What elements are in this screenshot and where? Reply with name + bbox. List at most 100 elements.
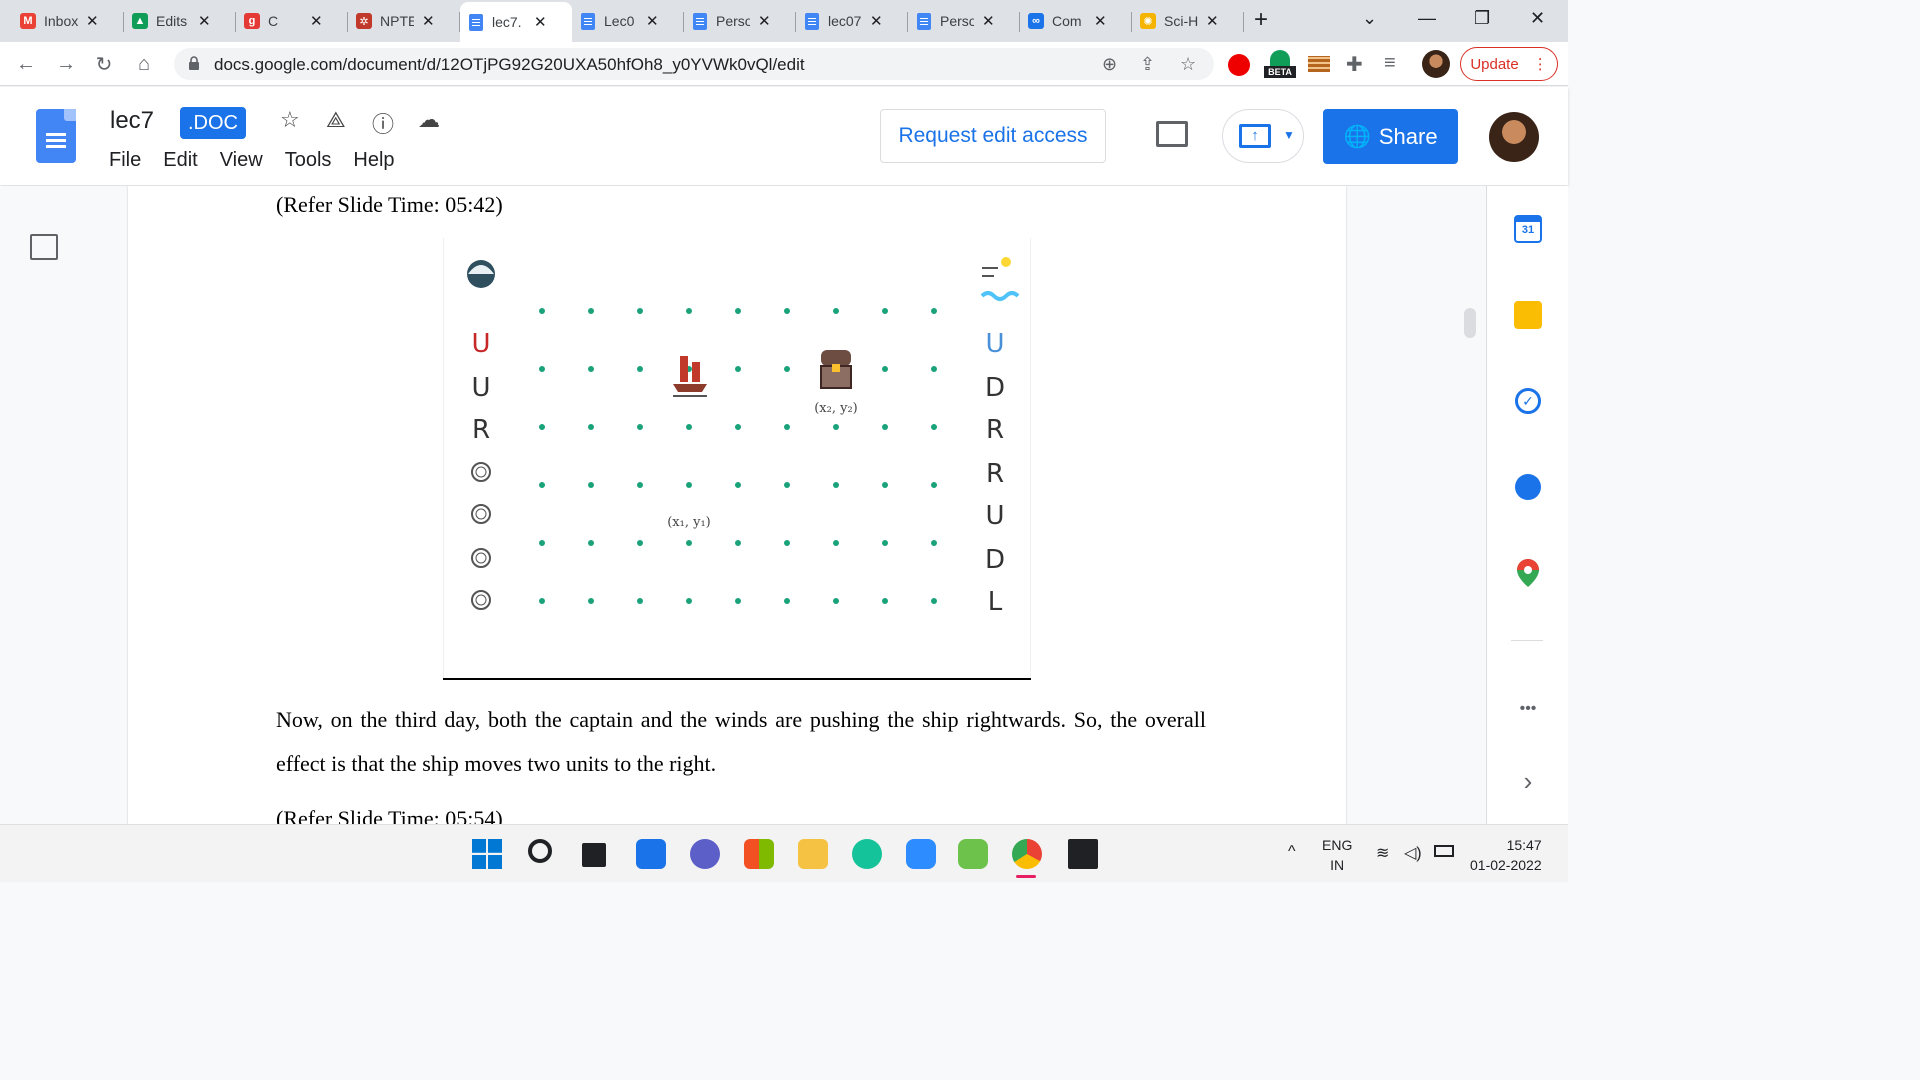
docs-logo-icon[interactable]	[36, 109, 76, 163]
close-window-icon[interactable]: ✕	[1530, 8, 1545, 29]
brick-extension-icon[interactable]	[1308, 56, 1330, 72]
search-icon[interactable]	[528, 839, 552, 863]
task-view-icon[interactable]	[582, 843, 606, 867]
windows-start-icon[interactable]	[472, 839, 502, 869]
grid-dot	[735, 540, 741, 546]
browser-tab[interactable]: Perso ✕	[684, 6, 796, 36]
adblock-extension-icon[interactable]	[1228, 54, 1250, 76]
restore-icon[interactable]: ❐	[1474, 8, 1490, 29]
grammarly-icon[interactable]	[852, 839, 882, 869]
close-tab-icon[interactable]: ✕	[310, 12, 323, 30]
info-icon[interactable]: ⓘ	[372, 107, 394, 139]
chrome-taskbar-icon[interactable]	[1012, 839, 1042, 869]
menu-edit[interactable]: Edit	[163, 149, 197, 172]
close-tab-icon[interactable]: ✕	[758, 12, 771, 30]
side-divider	[1511, 640, 1543, 641]
cloud-status-icon[interactable]: ☁	[418, 107, 440, 133]
browser-tab[interactable]: g C ✕	[236, 6, 348, 36]
tray-overflow-icon[interactable]: ^	[1288, 843, 1296, 861]
browser-tab[interactable]: M Inbox ✕	[12, 6, 124, 36]
close-tab-icon[interactable]: ✕	[1094, 12, 1107, 30]
forward-icon[interactable]: →	[52, 50, 80, 78]
more-apps-icon[interactable]: •••	[1513, 694, 1543, 724]
clock[interactable]: 15:47 01-02-2022	[1470, 835, 1542, 875]
minimize-icon[interactable]: —	[1418, 8, 1436, 29]
widgets-icon[interactable]	[636, 839, 666, 869]
grid-dot	[588, 424, 594, 430]
menu-tools[interactable]: Tools	[285, 149, 332, 172]
file-explorer-icon[interactable]	[798, 839, 828, 869]
browser-tab[interactable]: ✲ NPTE ✕	[348, 6, 460, 36]
browser-tab[interactable]: Perso ✕	[908, 6, 1020, 36]
browser-toolbar: ← → ↻ ⌂ docs.google.com/document/d/12OTj…	[0, 42, 1568, 86]
tab-title: Inbox	[44, 13, 78, 29]
close-tab-icon[interactable]: ✕	[86, 12, 99, 30]
extensions-puzzle-icon[interactable]: ✚	[1346, 52, 1363, 77]
account-avatar[interactable]	[1489, 112, 1539, 162]
treasure-chest-lid-icon	[821, 350, 851, 366]
keep-icon[interactable]	[1513, 300, 1543, 330]
browser-tab[interactable]: ▲ Edits ✕	[124, 6, 236, 36]
contacts-icon[interactable]	[1513, 472, 1543, 502]
maps-icon[interactable]	[1513, 558, 1543, 588]
close-tab-icon[interactable]: ✕	[870, 12, 883, 30]
update-button[interactable]: Update ⋮	[1460, 47, 1558, 81]
teams-chat-icon[interactable]	[690, 839, 720, 869]
home-icon[interactable]: ⌂	[130, 50, 158, 78]
request-edit-access-button[interactable]: Request edit access	[880, 109, 1106, 163]
tab-title: lec7.	[492, 14, 522, 30]
wifi-icon[interactable]: ≋	[1376, 843, 1389, 863]
present-button[interactable]: ↑ ▼	[1222, 109, 1304, 163]
star-icon[interactable]: ☆	[280, 107, 300, 133]
back-icon[interactable]: ←	[12, 50, 40, 78]
browser-tab[interactable]: ∞ Com ✕	[1020, 6, 1132, 36]
tab-search-icon[interactable]: ⌄	[1362, 8, 1377, 29]
tasks-icon[interactable]: ✓	[1513, 386, 1543, 416]
zoom-icon[interactable]: ⊕	[1102, 54, 1117, 75]
zoom-app-icon[interactable]	[906, 839, 936, 869]
present-icon: ↑	[1239, 124, 1271, 148]
beta-extension-icon[interactable]: BETA	[1264, 50, 1296, 80]
close-tab-icon[interactable]: ✕	[646, 12, 659, 30]
media-control-icon[interactable]: ≡	[1384, 52, 1396, 75]
sticky-notes-icon[interactable]	[1068, 839, 1098, 869]
google-docs-icon	[580, 12, 596, 30]
grid-dot	[931, 424, 937, 430]
reload-icon[interactable]: ↻	[90, 50, 118, 78]
close-tab-icon[interactable]: ✕	[422, 12, 435, 30]
language-indicator[interactable]: ENG IN	[1322, 835, 1352, 875]
close-tab-icon[interactable]: ✕	[982, 12, 995, 30]
browser-tab[interactable]: Lec0 ✕	[572, 6, 684, 36]
volume-icon[interactable]: ◁)	[1404, 843, 1422, 863]
grid-dot	[882, 540, 888, 546]
browser-tab[interactable]: lec7. ✕	[460, 2, 572, 42]
battery-icon[interactable]	[1434, 845, 1454, 857]
move-to-drive-icon[interactable]: ⟁	[326, 107, 346, 133]
address-bar[interactable]: docs.google.com/document/d/12OTjPG92G20U…	[174, 48, 1214, 80]
microsoft-store-icon[interactable]	[744, 839, 774, 869]
menu-view[interactable]: View	[220, 149, 263, 172]
scrollbar-thumb[interactable]	[1464, 308, 1476, 338]
menu-file[interactable]: File	[109, 149, 141, 172]
browser-tab[interactable]: lec07 ✕	[796, 6, 908, 36]
bookmark-star-icon[interactable]: ☆	[1180, 54, 1196, 75]
new-tab-button[interactable]: +	[1254, 6, 1268, 34]
document-outline-icon[interactable]	[30, 234, 58, 260]
close-tab-icon[interactable]: ✕	[534, 13, 547, 31]
expand-panel-icon[interactable]: ›	[1513, 766, 1543, 796]
document-title[interactable]: lec7	[110, 107, 154, 135]
docs-header: lec7 .DOC ☆ ⟁ ⓘ ☁ File Edit View Tools H…	[0, 87, 1568, 185]
tab-title: NPTE	[380, 13, 414, 29]
close-tab-icon[interactable]: ✕	[198, 12, 211, 30]
share-button[interactable]: 🌐 Share	[1323, 109, 1458, 164]
evernote-icon[interactable]	[958, 839, 988, 869]
slide-time-caption-2: (Refer Slide Time: 05:54)	[276, 806, 503, 824]
menu-help[interactable]: Help	[353, 149, 394, 172]
grid-dot	[637, 598, 643, 604]
close-tab-icon[interactable]: ✕	[1206, 12, 1219, 30]
profile-avatar[interactable]	[1422, 50, 1450, 78]
comments-icon[interactable]	[1156, 121, 1188, 147]
calendar-icon[interactable]: 31	[1513, 214, 1543, 244]
browser-tab[interactable]: ✺ Sci-H ✕	[1132, 6, 1244, 36]
share-page-icon[interactable]: ⇪	[1140, 54, 1155, 75]
